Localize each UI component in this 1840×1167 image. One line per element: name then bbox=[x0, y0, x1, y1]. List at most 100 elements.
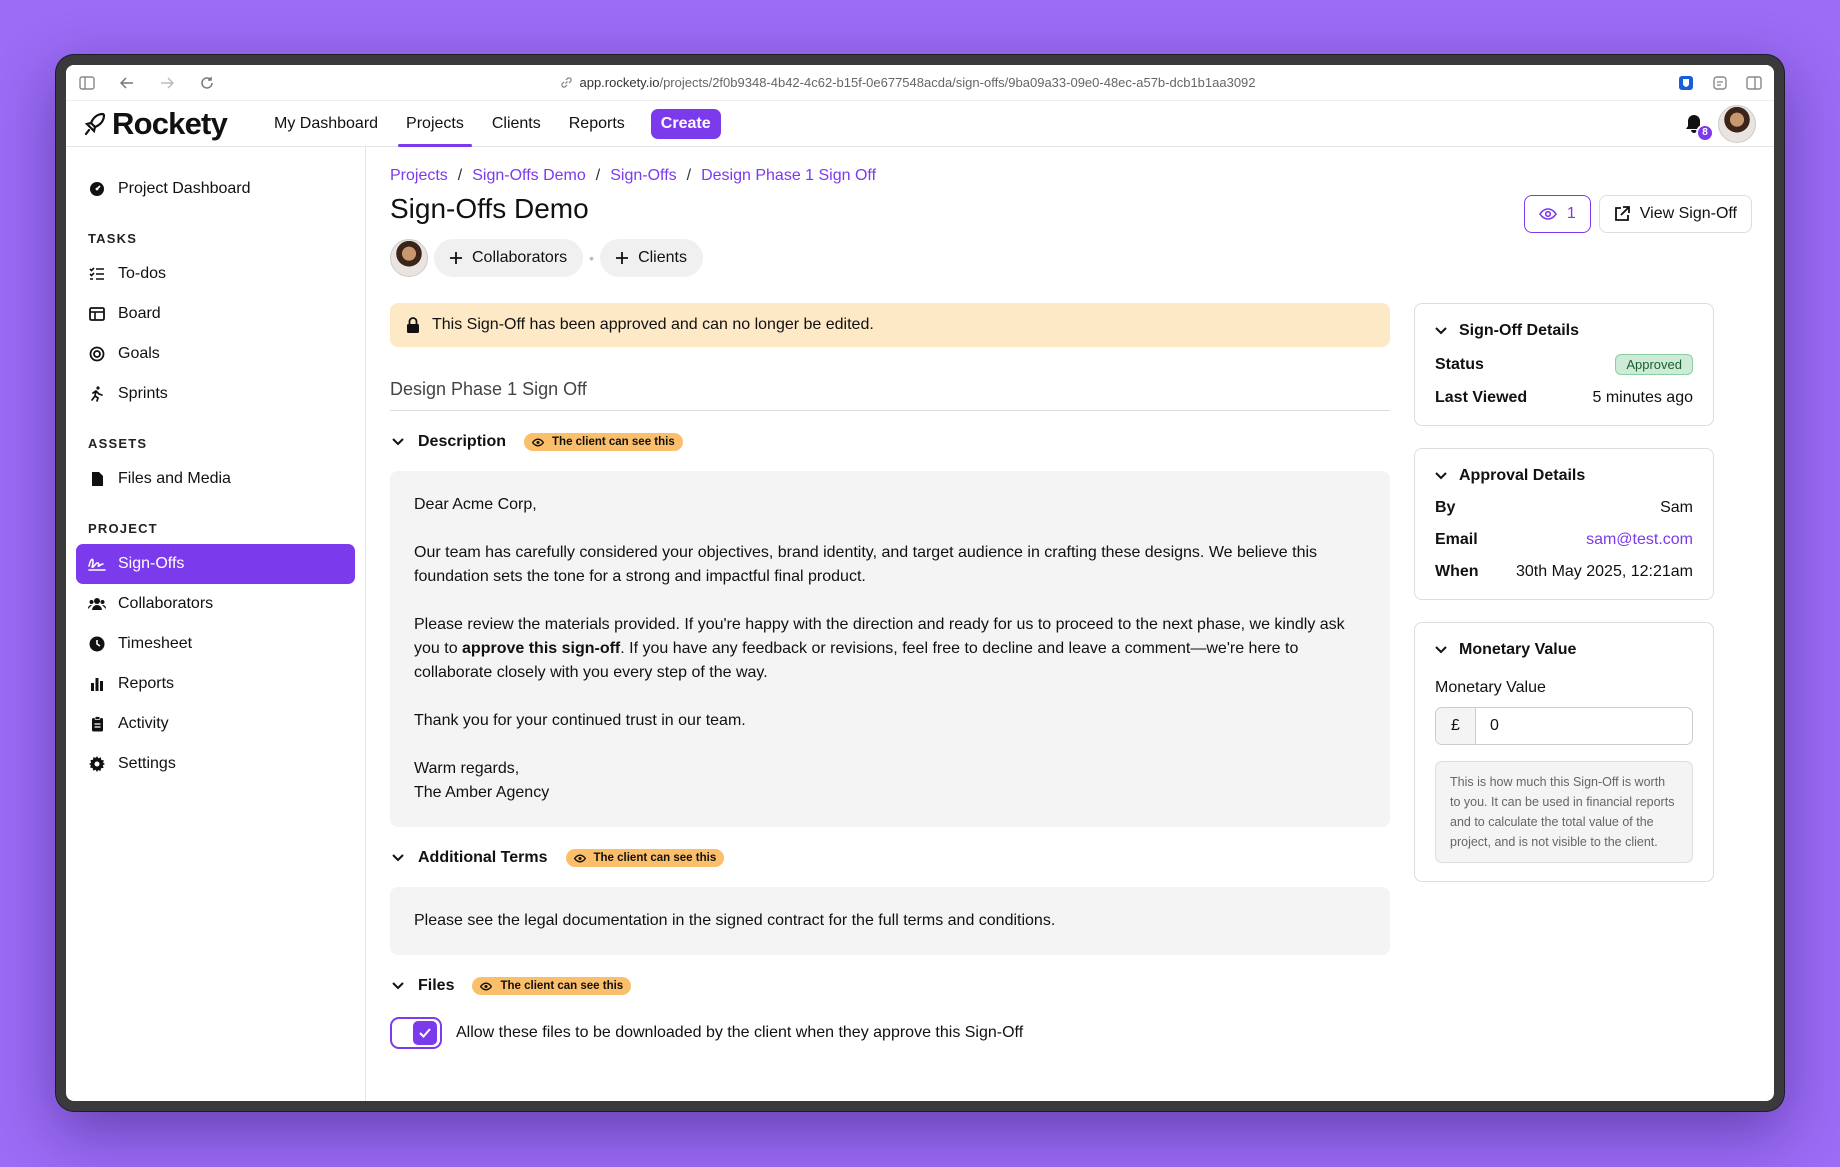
sidebar-item-todos[interactable]: To-dos bbox=[76, 254, 355, 294]
forward-arrow-icon[interactable] bbox=[158, 74, 176, 92]
rockety-logo[interactable]: Rockety bbox=[84, 106, 260, 142]
signature-line: The Amber Agency bbox=[414, 784, 550, 801]
add-clients-button[interactable]: Clients bbox=[600, 239, 703, 277]
terms-text: Please see the legal documentation in th… bbox=[414, 912, 1056, 929]
add-clients-label: Clients bbox=[638, 249, 687, 266]
users-icon bbox=[88, 595, 106, 613]
eye-icon bbox=[480, 981, 493, 991]
sidebar-item-label: To-dos bbox=[118, 265, 167, 282]
description-greeting: Dear Acme Corp, bbox=[414, 496, 537, 513]
sidebar-heading-project: PROJECT bbox=[88, 521, 158, 536]
sign-off-details-header[interactable]: Sign-Off Details bbox=[1435, 322, 1693, 340]
url-host: app.rockety.io bbox=[579, 75, 660, 90]
nav-clients[interactable]: Clients bbox=[478, 101, 555, 146]
url-path: /projects/2f0b9348-4b42-4c62-b15f-0e6775… bbox=[659, 75, 1256, 90]
files-section-header[interactable]: Files The client can see this bbox=[390, 973, 1390, 999]
plus-icon bbox=[450, 252, 462, 264]
sidebar-item-files-and-media[interactable]: Files and Media bbox=[76, 459, 355, 499]
chevron-down-icon bbox=[1435, 327, 1447, 335]
last-viewed-value: 5 minutes ago bbox=[1592, 389, 1693, 406]
chevron-down-icon bbox=[390, 434, 406, 450]
check-icon bbox=[413, 1021, 437, 1045]
sidebar-item-sign-offs[interactable]: Sign-Offs bbox=[76, 544, 355, 584]
badge-text: The client can see this bbox=[593, 852, 717, 864]
status-row: Status Approved bbox=[1435, 354, 1693, 375]
user-avatar[interactable] bbox=[1718, 104, 1756, 143]
sidebar-item-label: Activity bbox=[118, 715, 169, 732]
breadcrumb-current[interactable]: Design Phase 1 Sign Off bbox=[701, 167, 876, 185]
sidebar-item-reports[interactable]: Reports bbox=[76, 664, 355, 704]
clock-icon bbox=[88, 635, 106, 653]
sidebar-item-timesheet[interactable]: Timesheet bbox=[76, 624, 355, 664]
breadcrumb-project[interactable]: Sign-Offs Demo bbox=[472, 167, 586, 185]
view-sign-off-button[interactable]: View Sign-Off bbox=[1598, 195, 1752, 233]
sidebar-item-board[interactable]: Board bbox=[76, 294, 355, 334]
main-content: Projects / Sign-Offs Demo / Sign-Offs / … bbox=[366, 147, 1774, 1101]
password-manager-icon[interactable] bbox=[1678, 75, 1694, 91]
allow-download-toggle[interactable] bbox=[390, 1017, 442, 1049]
breadcrumb-projects[interactable]: Projects bbox=[390, 167, 448, 185]
monetary-value-input[interactable]: £ 0 bbox=[1435, 707, 1693, 745]
reload-icon[interactable] bbox=[198, 74, 216, 92]
back-arrow-icon[interactable] bbox=[118, 74, 136, 92]
sidebar-item-goals[interactable]: Goals bbox=[76, 334, 355, 374]
monetary-value-header[interactable]: Monetary Value bbox=[1435, 641, 1693, 659]
nav-projects[interactable]: Projects bbox=[392, 101, 478, 147]
add-collaborators-button[interactable]: Collaborators bbox=[434, 239, 584, 277]
description-paragraph: Thank you for your continued trust in ou… bbox=[414, 712, 746, 729]
nav-reports[interactable]: Reports bbox=[555, 101, 639, 146]
approval-details-header[interactable]: Approval Details bbox=[1435, 467, 1693, 485]
sidebar-item-activity[interactable]: Activity bbox=[76, 704, 355, 744]
split-view-icon[interactable] bbox=[1746, 75, 1762, 91]
running-person-icon bbox=[88, 385, 106, 403]
main-nav: My Dashboard Projects Clients Reports Cr… bbox=[260, 101, 721, 147]
sidebar-item-label: Project Dashboard bbox=[118, 180, 251, 197]
board-icon bbox=[88, 305, 106, 323]
card-title: Approval Details bbox=[1459, 467, 1586, 484]
checklist-icon bbox=[88, 265, 106, 283]
notifications-button[interactable]: 8 bbox=[1682, 112, 1714, 142]
signature-icon bbox=[88, 555, 106, 573]
address-bar[interactable]: app.rockety.io/projects/2f0b9348-4b42-4c… bbox=[278, 75, 1678, 90]
nav-my-dashboard[interactable]: My Dashboard bbox=[260, 101, 392, 146]
sidebar-item-settings[interactable]: Settings bbox=[76, 744, 355, 784]
sidebar-item-project-dashboard[interactable]: Project Dashboard bbox=[76, 169, 355, 209]
sidebar-item-label: Collaborators bbox=[118, 595, 214, 612]
additional-terms-section-header[interactable]: Additional Terms The client can see this bbox=[390, 845, 1390, 871]
logo-text: Rockety bbox=[112, 105, 228, 141]
watchers-button[interactable]: 1 bbox=[1523, 195, 1591, 233]
status-badge: Approved bbox=[1615, 354, 1693, 375]
breadcrumb: Projects / Sign-Offs Demo / Sign-Offs / … bbox=[390, 167, 877, 185]
additional-terms-box: Please see the legal documentation in th… bbox=[390, 887, 1390, 955]
approver-email-link[interactable]: sam@test.com bbox=[1586, 531, 1693, 549]
monetary-help-text: This is how much this Sign-Off is worth … bbox=[1435, 761, 1693, 863]
description-section-header[interactable]: Description The client can see this bbox=[390, 429, 1390, 455]
monetary-value-card: Monetary Value Monetary Value £ 0 This i… bbox=[1414, 622, 1714, 882]
breadcrumb-sign-offs[interactable]: Sign-Offs bbox=[610, 167, 676, 185]
sidebar-item-sprints[interactable]: Sprints bbox=[76, 374, 355, 414]
watchers-count: 1 bbox=[1566, 205, 1576, 222]
sidebar-item-collaborators[interactable]: Collaborators bbox=[76, 584, 355, 624]
notification-count-badge: 8 bbox=[1696, 123, 1714, 142]
eye-icon bbox=[573, 853, 586, 863]
extension-icon[interactable] bbox=[1712, 75, 1728, 91]
last-viewed-label: Last Viewed bbox=[1435, 389, 1528, 406]
people-row: Collaborators • Clients bbox=[390, 239, 1750, 277]
status-label: Status bbox=[1435, 355, 1484, 373]
card-title: Monetary Value bbox=[1459, 641, 1577, 658]
description-closing: Warm regards, The Amber Agency bbox=[414, 757, 1366, 805]
browser-toolbar: app.rockety.io/projects/2f0b9348-4b42-4c… bbox=[66, 65, 1774, 101]
gauge-icon bbox=[88, 180, 106, 198]
browser-screen: app.rockety.io/projects/2f0b9348-4b42-4c… bbox=[66, 65, 1774, 1101]
eye-icon bbox=[532, 437, 545, 447]
collaborator-avatar[interactable] bbox=[390, 239, 428, 277]
when-label: When bbox=[1435, 563, 1479, 580]
description-box: Dear Acme Corp, Our team has carefully c… bbox=[390, 471, 1390, 827]
monetary-value[interactable]: 0 bbox=[1476, 708, 1692, 744]
sidebar-item-label: Sprints bbox=[118, 385, 168, 402]
create-button[interactable]: Create bbox=[650, 108, 721, 139]
badge-text: The client can see this bbox=[500, 980, 624, 992]
by-label: By bbox=[1435, 499, 1456, 516]
view-sign-off-label: View Sign-Off bbox=[1639, 205, 1737, 222]
sidebar-toggle-icon[interactable] bbox=[78, 74, 96, 92]
